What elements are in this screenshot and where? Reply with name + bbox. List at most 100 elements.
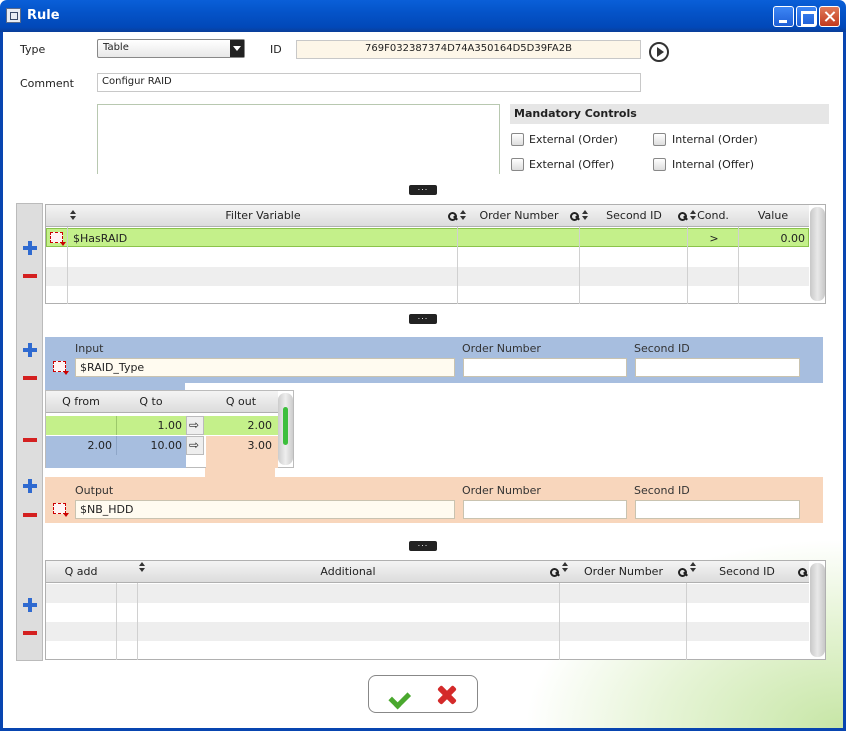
filter-grid: Filter Variable Order Number Second ID C… — [45, 204, 826, 304]
comment-label: Comment — [20, 77, 74, 90]
remove-input-icon[interactable] — [23, 376, 37, 380]
table-row-empty — [46, 584, 809, 603]
table-row-empty — [46, 622, 809, 641]
add-input-icon[interactable] — [23, 343, 37, 357]
cancel-icon[interactable] — [435, 684, 459, 706]
additional-grid-scrollbar[interactable] — [810, 563, 825, 657]
ok-icon[interactable] — [385, 684, 409, 706]
q-table-scrollbar[interactable] — [278, 393, 293, 465]
key-icon — [678, 568, 687, 577]
collapse-icon[interactable]: ... — [409, 184, 437, 195]
type-label: Type — [20, 43, 46, 56]
output-variable-field[interactable]: $NB_HDD — [75, 500, 455, 519]
add-additional-icon[interactable] — [23, 598, 37, 612]
grid-divider — [738, 227, 739, 304]
filter-grid-scrollbar[interactable] — [810, 207, 825, 301]
remove-output-icon[interactable] — [23, 513, 37, 517]
header-filter-variable[interactable]: Filter Variable — [68, 205, 458, 227]
table-row-empty — [46, 267, 809, 286]
arrow-right-icon[interactable] — [186, 436, 204, 455]
collapse-icon[interactable]: ... — [409, 540, 437, 551]
output-second-field[interactable] — [635, 500, 800, 519]
grid-divider — [687, 227, 688, 304]
q-to[interactable]: 1.00 — [116, 416, 186, 435]
input-second-field[interactable] — [635, 358, 800, 377]
header-order-number[interactable]: Order Number — [458, 205, 580, 227]
checkbox-label-external-offer: External (Offer) — [529, 158, 615, 171]
table-row[interactable]: $HasRAID > 0.00 — [46, 228, 809, 247]
collapse-icon[interactable]: ... — [409, 313, 437, 324]
header-cond[interactable]: Cond. — [688, 205, 738, 227]
close-button[interactable] — [819, 6, 840, 27]
checkbox-internal-offer[interactable] — [653, 158, 666, 171]
key-icon — [798, 568, 807, 577]
chevron-down-icon — [230, 40, 244, 57]
additional-grid: Q add Additional Order Number Second ID — [45, 560, 826, 660]
q-to[interactable]: 10.00 — [116, 436, 186, 455]
q-out[interactable]: 3.00 — [206, 436, 276, 455]
grid-divider — [686, 583, 687, 660]
input-second-label: Second ID — [634, 342, 690, 355]
q-out[interactable]: 2.00 — [206, 416, 276, 435]
header-order-number[interactable]: Order Number — [560, 561, 687, 583]
q-table-scroll-thumb[interactable] — [283, 407, 288, 445]
header-q-to[interactable]: Q to — [116, 391, 186, 413]
type-select[interactable]: Table — [97, 39, 245, 58]
row-second-id[interactable] — [581, 229, 689, 248]
q-row[interactable]: 2.00 10.00 — [46, 436, 186, 468]
left-action-rail — [16, 203, 43, 661]
title-bar: Rule — [0, 0, 846, 32]
header-q-out[interactable]: Q out — [204, 391, 278, 413]
output-second-label: Second ID — [634, 484, 690, 497]
add-filter-icon[interactable] — [23, 241, 37, 255]
remove-additional-icon[interactable] — [23, 631, 37, 635]
grid-divider — [67, 227, 68, 304]
rule-window-icon — [6, 8, 21, 23]
checkbox-external-order[interactable] — [511, 133, 524, 146]
dialog-buttons — [368, 675, 478, 713]
type-select-value: Table — [103, 42, 129, 53]
q-table: Q from Q to Q out 1.00 2.00 2.00 10.00 3… — [45, 390, 294, 468]
key-icon — [570, 212, 579, 221]
q-from[interactable]: 2.00 — [46, 436, 116, 455]
mandatory-controls-title: Mandatory Controls — [510, 104, 829, 124]
row-cond[interactable]: > — [689, 229, 739, 248]
input-label: Input — [75, 342, 104, 355]
output-panel: Output $NB_HDD Order Number Second ID — [45, 477, 823, 523]
id-field[interactable]: 769F032387374D74A350164D5D39FA2B — [296, 40, 641, 59]
header-second-id[interactable]: Second ID — [687, 561, 807, 583]
remove-filter-icon[interactable] — [23, 274, 37, 278]
grid-divider — [137, 583, 138, 660]
q-out-cell[interactable]: 3.00 — [206, 436, 278, 468]
checkbox-label-internal-offer: Internal (Offer) — [672, 158, 755, 171]
window-frame-left — [0, 32, 3, 731]
q-row[interactable]: 1.00 2.00 — [46, 416, 278, 435]
row-filter-variable[interactable]: $HasRAID — [69, 229, 459, 248]
remove-q-row-icon[interactable] — [23, 438, 37, 442]
q-from[interactable] — [46, 416, 116, 435]
row-order-number[interactable] — [459, 229, 581, 248]
add-output-icon[interactable] — [23, 479, 37, 493]
header-value[interactable]: Value — [738, 205, 808, 227]
header-q-from[interactable]: Q from — [46, 391, 116, 413]
key-icon — [678, 212, 687, 221]
input-variable-field[interactable]: $RAID_Type — [75, 358, 455, 377]
additional-grid-header: Q add Additional Order Number Second ID — [46, 561, 809, 583]
checkbox-internal-order[interactable] — [653, 133, 666, 146]
checkbox-external-offer[interactable] — [511, 158, 524, 171]
comment-field[interactable]: Configur RAID — [97, 73, 641, 92]
row-marker-icon — [53, 503, 69, 517]
header-q-add[interactable]: Q add — [46, 561, 116, 583]
minimize-button[interactable] — [773, 6, 794, 27]
play-icon[interactable] — [649, 42, 669, 62]
maximize-button[interactable] — [796, 6, 817, 27]
comment-textarea[interactable] — [97, 104, 500, 174]
arrow-right-icon[interactable] — [186, 416, 204, 435]
input-order-field[interactable] — [463, 358, 627, 377]
output-order-field[interactable] — [463, 500, 627, 519]
row-value[interactable]: 0.00 — [739, 229, 809, 248]
header-additional[interactable]: Additional — [138, 561, 558, 583]
q-table-header: Q from Q to Q out — [46, 391, 278, 413]
output-label: Output — [75, 484, 114, 497]
header-second-id[interactable]: Second ID — [580, 205, 688, 227]
